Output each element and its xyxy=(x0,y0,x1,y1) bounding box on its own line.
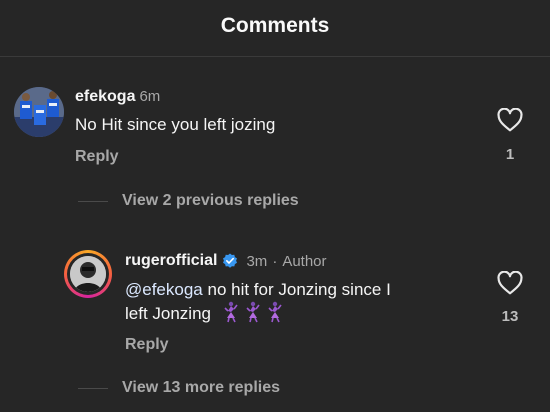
emoji-group xyxy=(222,301,288,323)
meta-separator: · xyxy=(272,252,278,270)
heart-icon[interactable] xyxy=(497,108,523,132)
header-title: Comments xyxy=(220,14,330,37)
divider-line xyxy=(78,388,108,389)
avatar xyxy=(70,256,106,292)
reply-text-line1: no hit for Jonzing since I xyxy=(202,280,391,299)
view-previous-replies-button[interactable]: View 2 previous replies xyxy=(122,192,299,210)
reply-button[interactable]: Reply xyxy=(125,336,169,354)
verified-badge-icon xyxy=(223,253,238,268)
like-count: 13 xyxy=(501,308,519,325)
avatar-image xyxy=(70,256,106,292)
view-more-replies-button[interactable]: View 13 more replies xyxy=(122,379,280,397)
reply-text: @efekoga no hit for Jonzing since I left… xyxy=(125,279,475,325)
dancing-woman-emoji xyxy=(246,301,260,323)
like-count: 1 xyxy=(505,146,515,163)
divider-line xyxy=(78,201,108,202)
mention-link[interactable]: @efekoga xyxy=(125,280,203,299)
dancing-woman-emoji xyxy=(268,301,282,323)
comment-text: No Hit since you left jozing xyxy=(75,115,276,134)
author-label: Author xyxy=(282,252,327,270)
reply-button[interactable]: Reply xyxy=(75,148,119,166)
comment-meta: efekoga 6m xyxy=(75,88,160,106)
reply-meta: rugerofficial 3m · Author xyxy=(125,252,327,270)
heart-icon[interactable] xyxy=(497,271,523,295)
avatar-story-ring[interactable] xyxy=(64,250,112,298)
avatar-image xyxy=(14,87,64,137)
comments-header: Comments xyxy=(0,0,550,57)
avatar[interactable] xyxy=(14,87,64,137)
reply-username[interactable]: rugerofficial xyxy=(125,252,217,270)
reply-time: 3m xyxy=(246,252,268,270)
dancing-woman-emoji xyxy=(224,301,238,323)
reply-text-line2: left Jonzing xyxy=(125,304,211,323)
comment-time: 6m xyxy=(139,88,161,105)
comment-username[interactable]: efekoga xyxy=(75,88,135,106)
